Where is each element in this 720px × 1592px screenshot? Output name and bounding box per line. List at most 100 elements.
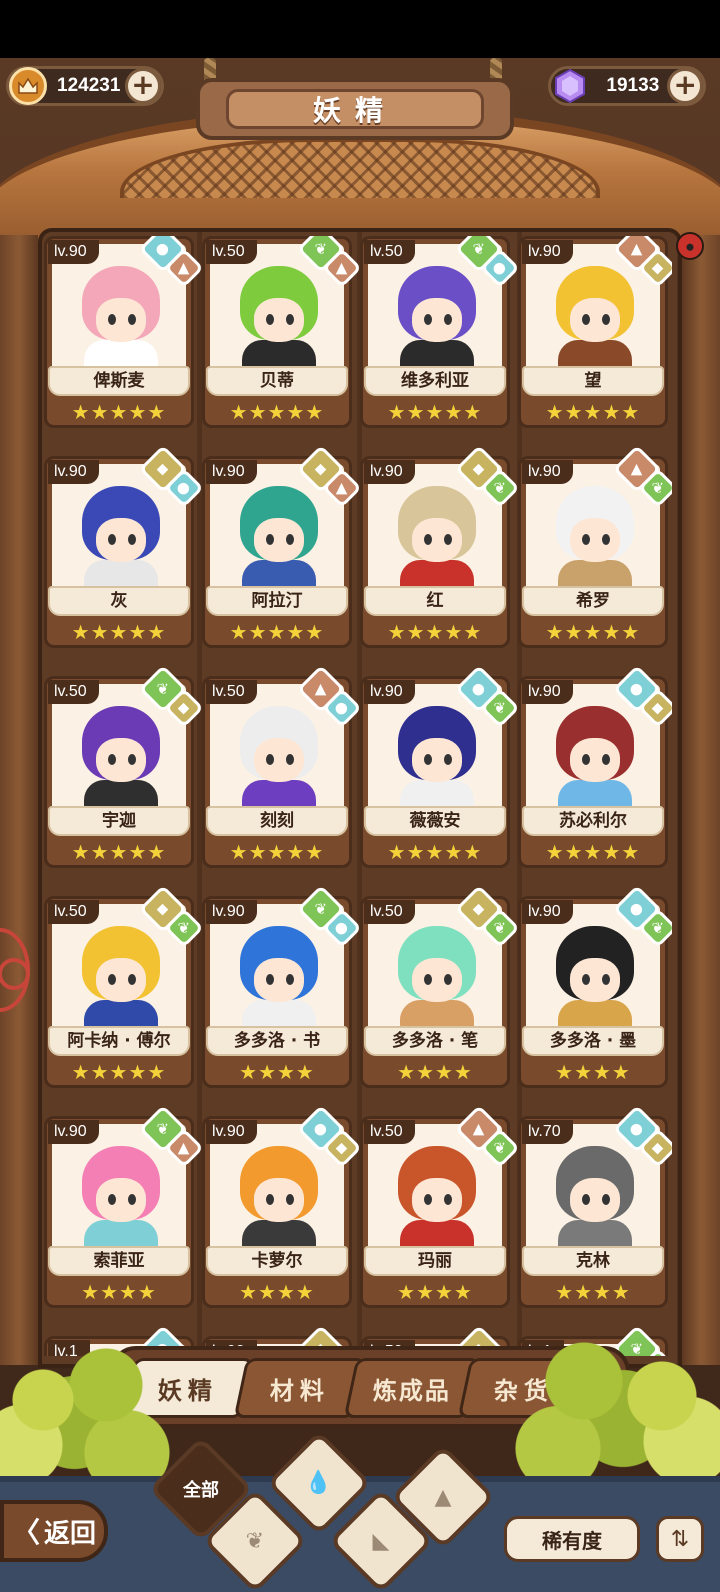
fairy-card[interactable]: lv.90 ● ▲ 俾斯麦 ★★★★★	[44, 236, 204, 428]
fairy-face	[570, 518, 620, 562]
star-rating: ★★★★★	[71, 1060, 167, 1084]
gem-plus-button[interactable]: +	[667, 68, 703, 104]
star-rating: ★★★★	[239, 1060, 315, 1084]
fairy-eye	[286, 974, 294, 985]
star-rating: ★★★★	[397, 1060, 473, 1084]
star-rating: ★★★★★	[387, 620, 483, 644]
fairy-name: 阿拉汀	[206, 586, 348, 616]
fairy-face	[412, 738, 462, 782]
fairy-face	[96, 738, 146, 782]
star-rating: ★★★★	[81, 1280, 157, 1304]
fairy-name: 维多利亚	[364, 366, 506, 396]
level-badge: lv.50	[364, 900, 415, 924]
level-badge: lv.90	[364, 460, 415, 484]
fairy-name: 希罗	[522, 586, 664, 616]
fairy-face	[570, 298, 620, 342]
fairy-card[interactable]: lv.70 ● ◆ 克林 ★★★★	[518, 1104, 672, 1308]
fairy-card[interactable]: lv.90 ● ❦ 多多洛 · 墨 ★★★★	[518, 884, 672, 1088]
level-badge: lv.90	[364, 680, 415, 704]
fairy-face	[254, 738, 304, 782]
level-badge: lv.50	[364, 1120, 415, 1144]
level-badge: lv.90	[206, 1120, 257, 1144]
fairy-eye	[108, 1194, 116, 1205]
fairy-face	[570, 1178, 620, 1222]
page-title: 妖精	[226, 89, 484, 129]
fairy-name: 灰	[48, 586, 190, 616]
fairy-card[interactable]: lv.50 ◆ ❦ 阿卡纳 · 傅尔 ★★★★★	[44, 884, 204, 1088]
fairy-name: 红	[364, 586, 506, 616]
fairy-eye	[266, 754, 274, 765]
fairy-name: 玛丽	[364, 1246, 506, 1276]
fairy-eye	[424, 534, 432, 545]
fairy-eye	[582, 534, 590, 545]
fairy-face	[254, 518, 304, 562]
fairy-card[interactable]: lv.50 ❦ ◆ 宇迦 ★★★★★	[44, 664, 204, 868]
left-pillar	[0, 235, 38, 1365]
fairy-card[interactable]: lv.90 ▲ ❦ 希罗 ★★★★★	[518, 444, 672, 648]
fairy-eye	[128, 974, 136, 985]
fairy-card[interactable]: lv.90 ● ❦ 薇薇安 ★★★★★	[360, 664, 520, 868]
fairy-name: 阿卡纳 · 傅尔	[48, 1026, 190, 1056]
rock-icon: ◣	[372, 1528, 390, 1554]
gem-counter: 19133 +	[548, 66, 706, 106]
level-badge: lv.50	[206, 240, 257, 264]
fairy-card[interactable]: lv.90 ❦ ▲ 索菲亚 ★★★★	[44, 1104, 204, 1308]
level-badge: lv.50	[206, 680, 257, 704]
level-badge: lv.90	[48, 240, 99, 264]
fairy-card[interactable]: lv.90 ◆ ❦ 红 ★★★★★	[360, 444, 520, 648]
level-badge: lv.90	[206, 460, 257, 484]
fairy-card[interactable]: lv.90 ● ◆ 苏必利尔 ★★★★★	[518, 664, 672, 868]
coin-plus-button[interactable]: +	[125, 68, 161, 104]
fairy-card[interactable]: lv.90 ▲ ◆ 望 ★★★★★	[518, 236, 672, 428]
fairy-eye	[602, 314, 610, 325]
fairy-card[interactable]: lv.50 ▲ ❦ 玛丽 ★★★★	[360, 1104, 520, 1308]
star-rating: ★★★★★	[71, 400, 167, 424]
fairy-face	[412, 518, 462, 562]
fairy-eye	[444, 534, 452, 545]
sort-order-button[interactable]: ⇅	[656, 1516, 704, 1562]
star-rating: ★★★★★	[229, 620, 325, 644]
fairy-card[interactable]: lv.90 ◆ ● 灰 ★★★★★	[44, 444, 204, 648]
fairy-name: 刻刻	[206, 806, 348, 836]
level-badge: lv.90	[522, 680, 573, 704]
fairy-name: 多多洛 · 笔	[364, 1026, 506, 1056]
fairy-name: 多多洛 · 书	[206, 1026, 348, 1056]
title-plaque: 妖精	[196, 78, 514, 140]
level-badge: lv.50	[364, 240, 415, 264]
star-rating: ★★★★	[555, 1060, 631, 1084]
back-button[interactable]: 〈 返回	[0, 1500, 108, 1562]
level-badge: lv.90	[48, 460, 99, 484]
level-badge: lv.90	[522, 460, 573, 484]
fairy-eye	[424, 974, 432, 985]
star-rating: ★★★★★	[545, 840, 641, 864]
fairy-name: 多多洛 · 墨	[522, 1026, 664, 1056]
fairy-eye	[602, 1194, 610, 1205]
water-drop-icon: 💧	[305, 1470, 333, 1496]
fairy-name: 俾斯麦	[48, 366, 190, 396]
tab-crafted-label: 炼成品	[373, 1376, 451, 1405]
fairy-card[interactable]: lv.50 ▲ ● 刻刻 ★★★★★	[202, 664, 362, 868]
fairy-face	[412, 958, 462, 1002]
fairy-eye	[602, 974, 610, 985]
fairy-face	[96, 958, 146, 1002]
fairy-card[interactable]: lv.50 ❦ ▲ 贝蒂 ★★★★★	[202, 236, 362, 428]
fairy-card[interactable]: lv.90 ● ◆ 卡萝尔 ★★★★	[202, 1104, 362, 1308]
fairy-eye	[266, 314, 274, 325]
back-button-label: 返回	[44, 1518, 97, 1549]
star-rating: ★★★★★	[387, 840, 483, 864]
fairy-card[interactable]: lv.50 ◆ ❦ 多多洛 · 笔 ★★★★	[360, 884, 520, 1088]
fairy-card[interactable]: lv.90 ❦ ● 多多洛 · 书 ★★★★	[202, 884, 362, 1088]
level-badge: lv.70	[522, 1120, 573, 1144]
coin-icon	[9, 67, 47, 105]
fairy-face	[96, 518, 146, 562]
star-rating: ★★★★★	[387, 400, 483, 424]
fairy-card[interactable]: lv.90 ◆ ▲ 阿拉汀 ★★★★★	[202, 444, 362, 648]
fairy-card[interactable]: lv.50 ❦ ● 维多利亚 ★★★★★	[360, 236, 520, 428]
fairy-eye	[286, 754, 294, 765]
sprout-icon: ❦	[245, 1528, 265, 1554]
sort-rarity-button[interactable]: 稀有度	[504, 1516, 640, 1562]
fairy-eye	[108, 754, 116, 765]
fairy-face	[254, 298, 304, 342]
fairy-eye	[128, 314, 136, 325]
fairy-name: 苏必利尔	[522, 806, 664, 836]
